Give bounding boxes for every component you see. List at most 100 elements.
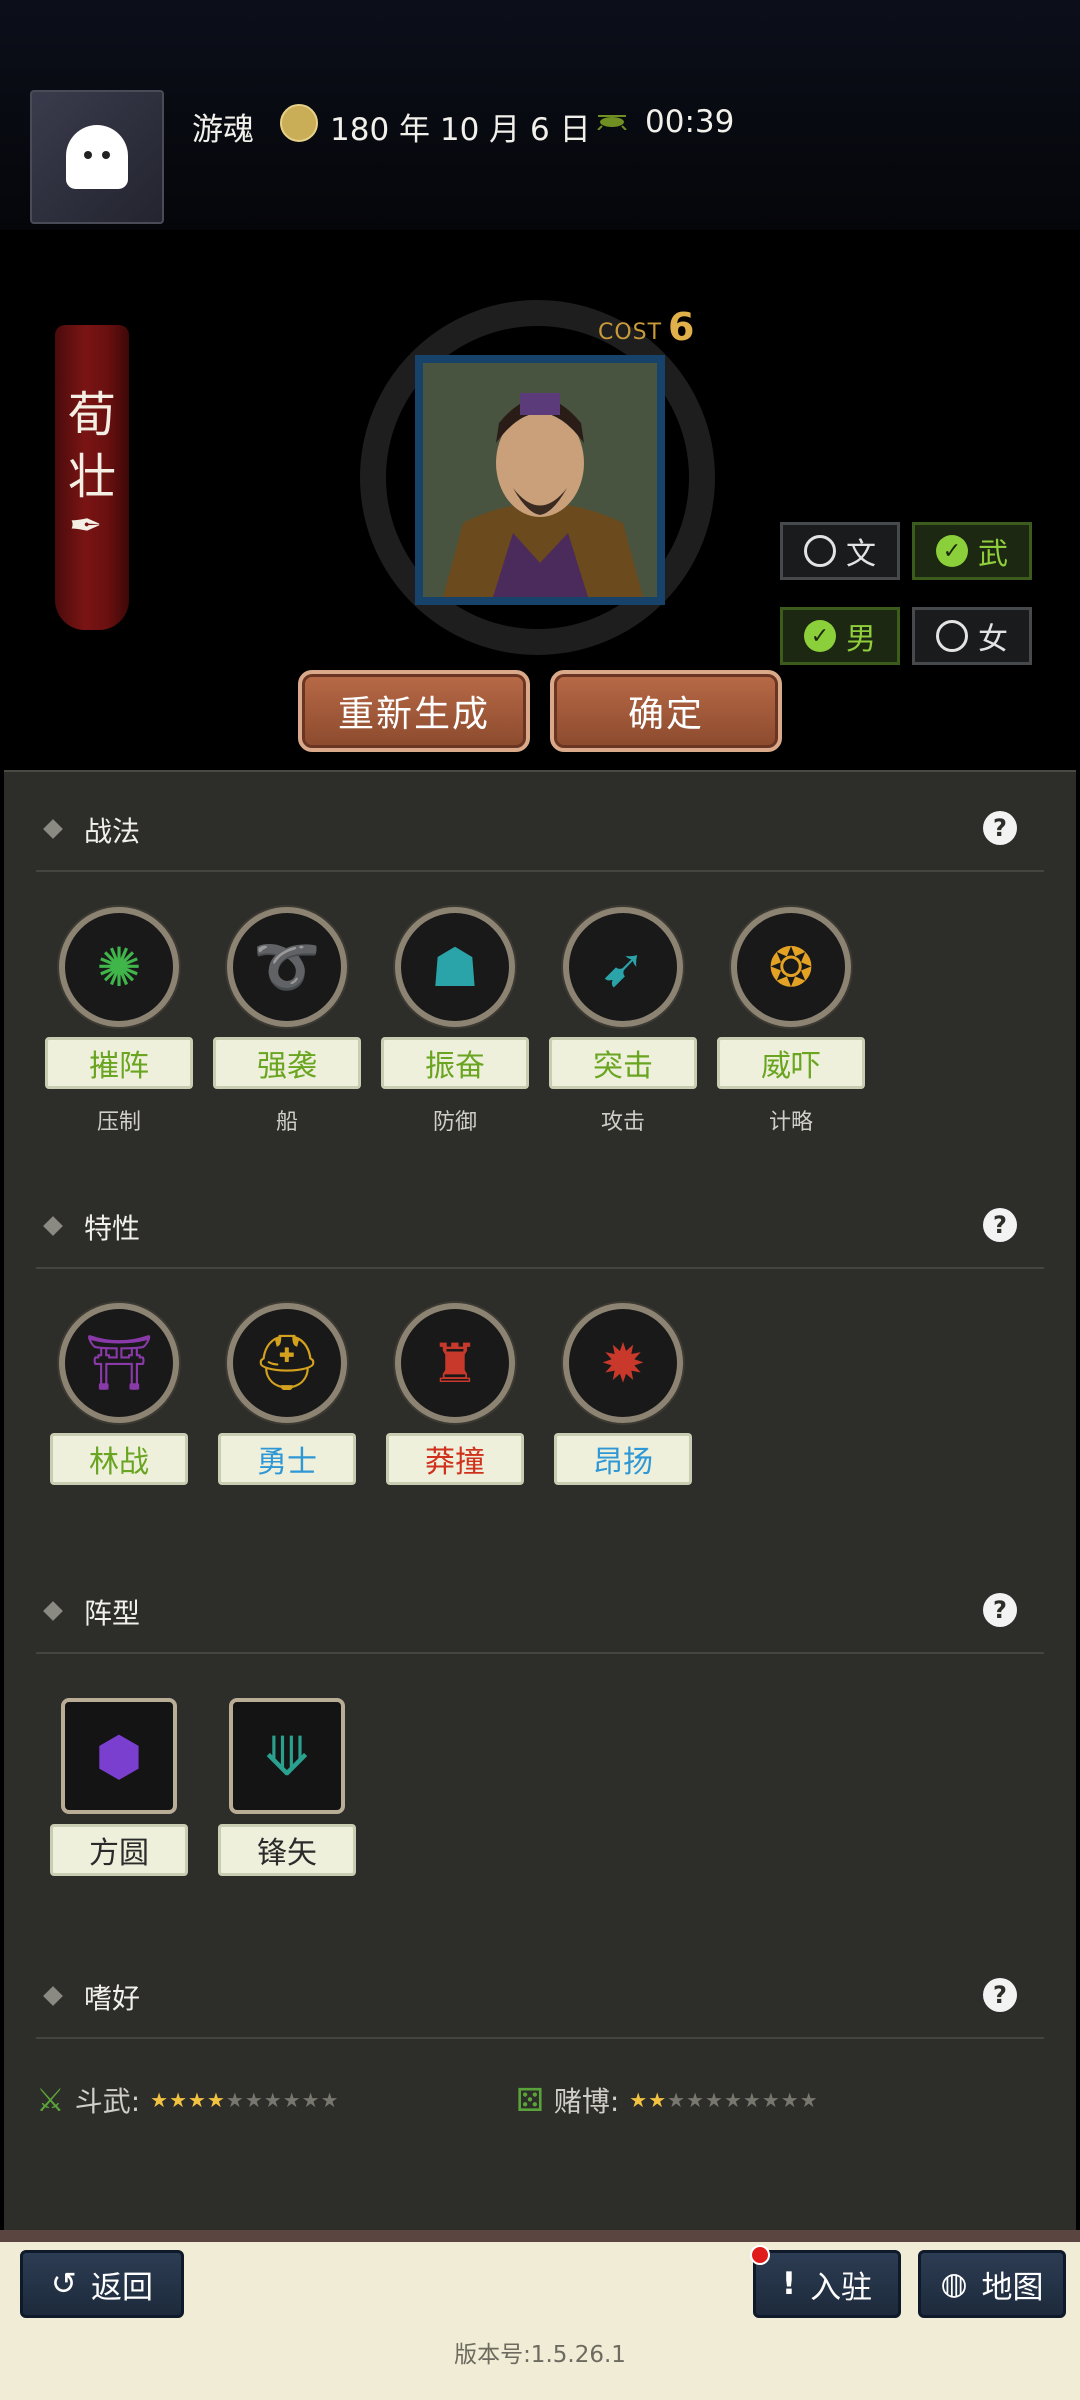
player-name: 游魂	[192, 112, 254, 148]
cost-label: COST	[598, 320, 663, 345]
star-rating: ★★★★★★★★★★	[629, 2088, 818, 2112]
star-icon: ★	[301, 2088, 321, 2112]
game-time: 00:39	[645, 104, 735, 140]
star-icon: ★	[799, 2088, 819, 2112]
globe-icon: ◍	[940, 2266, 968, 2302]
hobby-name: 斗武:	[74, 2085, 141, 2118]
confirm-button[interactable]: 确定	[550, 670, 782, 752]
helmet-icon[interactable]: ⛑	[227, 1303, 347, 1423]
star-icon: ★	[225, 2088, 245, 2112]
star-icon: ★	[206, 2088, 226, 2112]
checkmark-icon: ✓	[936, 535, 968, 567]
name-char-2: 壮	[67, 449, 116, 505]
trait-label-2[interactable]: 勇士	[218, 1433, 356, 1485]
civil-toggle[interactable]: 文	[780, 522, 900, 580]
enter-button[interactable]: ! 入驻	[753, 2250, 901, 2318]
game-date: 180 年 10 月 6 日	[330, 112, 591, 148]
tree-trunk-icon[interactable]: ♜	[395, 1303, 515, 1423]
star-icon: ★	[705, 2088, 724, 2112]
military-label: 武	[978, 537, 1008, 572]
cost-value: 6	[668, 305, 695, 349]
tactic-type-4: 攻击	[600, 1110, 645, 1135]
map-button[interactable]: ◍ 地图	[918, 2250, 1066, 2318]
trait-label-1[interactable]: 林战	[50, 1433, 188, 1485]
female-label: 女	[978, 622, 1008, 657]
star-icon: ★	[188, 2088, 207, 2112]
star-icon: ★	[263, 2088, 283, 2112]
radio-empty-icon	[804, 535, 836, 567]
tactic-type-5: 计略	[768, 1110, 813, 1135]
trait-label-3[interactable]: 莽撞	[386, 1433, 524, 1485]
arrowhead-icon[interactable]: ⟱	[229, 1698, 345, 1814]
section-title-hobbies: 嗜好	[84, 1982, 141, 2015]
tactic-label-2[interactable]: 强袭	[213, 1037, 361, 1089]
help-formations-icon[interactable]: ?	[983, 1593, 1017, 1627]
divider	[36, 1652, 1044, 1654]
character-portrait	[415, 355, 665, 605]
dice-icon: ⚄	[516, 2081, 544, 2119]
male-label: 男	[846, 622, 876, 657]
enter-label: 入驻	[810, 2269, 873, 2306]
turtle-shell-icon[interactable]: ⬢	[61, 1698, 177, 1814]
roar-icon[interactable]: ❂	[731, 907, 851, 1027]
male-toggle[interactable]: ✓ 男	[780, 607, 900, 665]
character-name-banner: 荀 壮 ✒	[55, 325, 129, 630]
version-text: 版本号:1.5.26.1	[454, 2342, 626, 2368]
divider	[36, 870, 1044, 872]
hobby-gambling: ⚄ 赌博: ★★★★★★★★★★	[516, 2080, 819, 2120]
shatter-icon[interactable]: ✺	[59, 907, 179, 1027]
crossed-swords-icon: ⚔	[36, 2081, 65, 2119]
star-icon: ★	[169, 2088, 188, 2112]
charge-icon[interactable]: ➹	[563, 907, 683, 1027]
tactic-label-5[interactable]: 威吓	[717, 1037, 865, 1089]
tactic-type-3: 防御	[432, 1110, 477, 1135]
exclamation-icon: !	[781, 2266, 797, 2302]
military-toggle[interactable]: ✓ 武	[912, 522, 1032, 580]
star-rating: ★★★★★★★★★★	[150, 2088, 339, 2112]
back-label: 返回	[90, 2269, 153, 2306]
section-title-tactics: 战法	[84, 815, 141, 848]
help-tactics-icon[interactable]: ?	[983, 811, 1017, 845]
back-button[interactable]: ↺ 返回	[20, 2250, 184, 2318]
tactic-type-2: 船	[275, 1110, 298, 1135]
star-icon: ★	[667, 2088, 687, 2112]
map-label: 地图	[981, 2269, 1044, 2306]
formation-label-2[interactable]: 锋矢	[218, 1824, 356, 1876]
divider	[36, 1267, 1044, 1269]
star-icon: ★	[723, 2088, 743, 2112]
return-arrow-icon: ↺	[51, 2266, 77, 2302]
checkmark-icon: ✓	[804, 620, 836, 652]
ghost-avatar-icon	[66, 125, 128, 189]
female-toggle[interactable]: 女	[912, 607, 1032, 665]
notification-dot	[750, 2245, 770, 2265]
trait-label-4[interactable]: 昂扬	[554, 1433, 692, 1485]
regenerate-button[interactable]: 重新生成	[298, 670, 530, 752]
assault-icon[interactable]: ➰	[227, 907, 347, 1027]
civil-label: 文	[846, 537, 876, 572]
bottom-decor-strip	[0, 2230, 1080, 2242]
section-title-traits: 特性	[84, 1212, 141, 1245]
star-icon: ★	[282, 2088, 302, 2112]
help-traits-icon[interactable]: ?	[983, 1208, 1017, 1242]
name-char-1: 荀	[67, 387, 116, 443]
burst-icon[interactable]: ✹	[563, 1303, 683, 1423]
star-icon: ★	[320, 2088, 340, 2112]
help-hobbies-icon[interactable]: ?	[983, 1978, 1017, 2012]
quill-icon[interactable]: ✒	[69, 503, 103, 549]
formation-label-1[interactable]: 方圆	[50, 1824, 188, 1876]
section-title-formations: 阵型	[84, 1597, 141, 1630]
radio-empty-icon	[936, 620, 968, 652]
star-icon: ★	[150, 2088, 170, 2112]
star-icon: ★	[648, 2088, 668, 2112]
player-avatar[interactable]	[30, 90, 164, 224]
cricket-icon	[597, 115, 627, 130]
rally-icon[interactable]: ☗	[395, 907, 515, 1027]
tactic-label-4[interactable]: 突击	[549, 1037, 697, 1089]
forest-icon[interactable]: ⛩	[59, 1303, 179, 1423]
star-icon: ★	[761, 2088, 781, 2112]
star-icon: ★	[629, 2088, 649, 2112]
hobby-name: 赌博:	[553, 2085, 620, 2118]
tactic-label-3[interactable]: 振奋	[381, 1037, 529, 1089]
tactic-label-1[interactable]: 摧阵	[45, 1037, 193, 1089]
divider	[36, 2037, 1044, 2039]
